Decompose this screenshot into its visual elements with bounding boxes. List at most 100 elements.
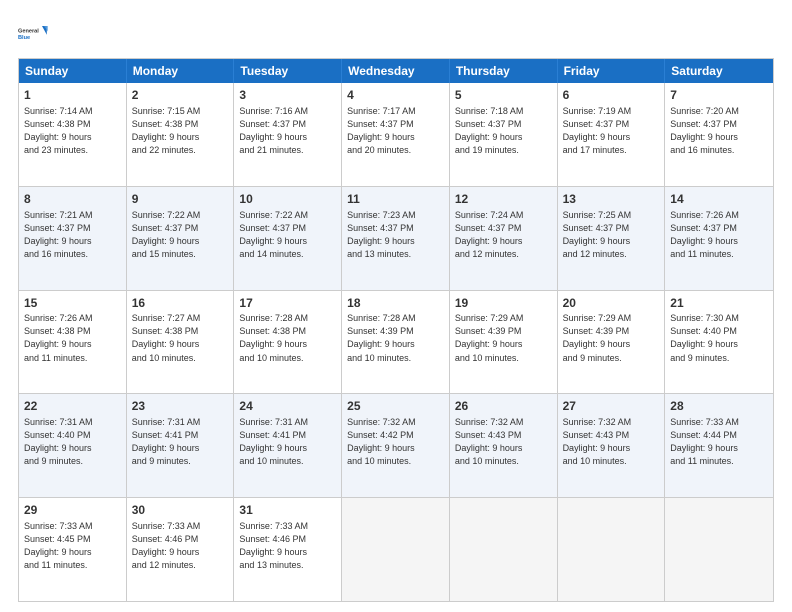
cell-info: Sunrise: 7:31 AM Sunset: 4:41 PM Dayligh… <box>132 416 229 468</box>
cell-info: Sunrise: 7:20 AM Sunset: 4:37 PM Dayligh… <box>670 105 768 157</box>
calendar-row: 29Sunrise: 7:33 AM Sunset: 4:45 PM Dayli… <box>19 498 773 601</box>
cell-info: Sunrise: 7:22 AM Sunset: 4:37 PM Dayligh… <box>239 209 336 261</box>
calendar-row: 1Sunrise: 7:14 AM Sunset: 4:38 PM Daylig… <box>19 83 773 187</box>
cell-info: Sunrise: 7:26 AM Sunset: 4:37 PM Dayligh… <box>670 209 768 261</box>
weekday-header: Saturday <box>665 59 773 83</box>
cell-info: Sunrise: 7:31 AM Sunset: 4:40 PM Dayligh… <box>24 416 121 468</box>
calendar-cell: 27Sunrise: 7:32 AM Sunset: 4:43 PM Dayli… <box>558 394 666 497</box>
calendar-cell: 20Sunrise: 7:29 AM Sunset: 4:39 PM Dayli… <box>558 291 666 394</box>
day-number: 29 <box>24 502 121 519</box>
calendar-cell <box>450 498 558 601</box>
weekday-header: Monday <box>127 59 235 83</box>
day-number: 15 <box>24 295 121 312</box>
cell-info: Sunrise: 7:28 AM Sunset: 4:38 PM Dayligh… <box>239 312 336 364</box>
calendar-body: 1Sunrise: 7:14 AM Sunset: 4:38 PM Daylig… <box>19 83 773 601</box>
calendar-cell: 1Sunrise: 7:14 AM Sunset: 4:38 PM Daylig… <box>19 83 127 186</box>
day-number: 1 <box>24 87 121 104</box>
calendar-cell: 28Sunrise: 7:33 AM Sunset: 4:44 PM Dayli… <box>665 394 773 497</box>
calendar-cell: 10Sunrise: 7:22 AM Sunset: 4:37 PM Dayli… <box>234 187 342 290</box>
svg-text:General: General <box>18 28 39 34</box>
calendar-cell: 15Sunrise: 7:26 AM Sunset: 4:38 PM Dayli… <box>19 291 127 394</box>
calendar-cell: 16Sunrise: 7:27 AM Sunset: 4:38 PM Dayli… <box>127 291 235 394</box>
day-number: 30 <box>132 502 229 519</box>
calendar-cell: 12Sunrise: 7:24 AM Sunset: 4:37 PM Dayli… <box>450 187 558 290</box>
calendar-cell: 17Sunrise: 7:28 AM Sunset: 4:38 PM Dayli… <box>234 291 342 394</box>
cell-info: Sunrise: 7:14 AM Sunset: 4:38 PM Dayligh… <box>24 105 121 157</box>
weekday-header: Thursday <box>450 59 558 83</box>
cell-info: Sunrise: 7:33 AM Sunset: 4:45 PM Dayligh… <box>24 520 121 572</box>
day-number: 25 <box>347 398 444 415</box>
day-number: 11 <box>347 191 444 208</box>
calendar-cell: 7Sunrise: 7:20 AM Sunset: 4:37 PM Daylig… <box>665 83 773 186</box>
cell-info: Sunrise: 7:15 AM Sunset: 4:38 PM Dayligh… <box>132 105 229 157</box>
cell-info: Sunrise: 7:31 AM Sunset: 4:41 PM Dayligh… <box>239 416 336 468</box>
calendar: SundayMondayTuesdayWednesdayThursdayFrid… <box>18 58 774 602</box>
calendar-row: 8Sunrise: 7:21 AM Sunset: 4:37 PM Daylig… <box>19 187 773 291</box>
day-number: 20 <box>563 295 660 312</box>
day-number: 31 <box>239 502 336 519</box>
calendar-cell: 8Sunrise: 7:21 AM Sunset: 4:37 PM Daylig… <box>19 187 127 290</box>
calendar-cell: 24Sunrise: 7:31 AM Sunset: 4:41 PM Dayli… <box>234 394 342 497</box>
calendar-header: SundayMondayTuesdayWednesdayThursdayFrid… <box>19 59 773 83</box>
day-number: 13 <box>563 191 660 208</box>
calendar-cell: 13Sunrise: 7:25 AM Sunset: 4:37 PM Dayli… <box>558 187 666 290</box>
logo: GeneralBlue <box>18 18 50 50</box>
cell-info: Sunrise: 7:29 AM Sunset: 4:39 PM Dayligh… <box>455 312 552 364</box>
day-number: 23 <box>132 398 229 415</box>
cell-info: Sunrise: 7:28 AM Sunset: 4:39 PM Dayligh… <box>347 312 444 364</box>
cell-info: Sunrise: 7:23 AM Sunset: 4:37 PM Dayligh… <box>347 209 444 261</box>
cell-info: Sunrise: 7:18 AM Sunset: 4:37 PM Dayligh… <box>455 105 552 157</box>
cell-info: Sunrise: 7:21 AM Sunset: 4:37 PM Dayligh… <box>24 209 121 261</box>
calendar-cell: 23Sunrise: 7:31 AM Sunset: 4:41 PM Dayli… <box>127 394 235 497</box>
calendar-cell: 31Sunrise: 7:33 AM Sunset: 4:46 PM Dayli… <box>234 498 342 601</box>
cell-info: Sunrise: 7:16 AM Sunset: 4:37 PM Dayligh… <box>239 105 336 157</box>
calendar-cell: 21Sunrise: 7:30 AM Sunset: 4:40 PM Dayli… <box>665 291 773 394</box>
calendar-cell: 29Sunrise: 7:33 AM Sunset: 4:45 PM Dayli… <box>19 498 127 601</box>
calendar-row: 15Sunrise: 7:26 AM Sunset: 4:38 PM Dayli… <box>19 291 773 395</box>
day-number: 12 <box>455 191 552 208</box>
header: GeneralBlue <box>18 18 774 50</box>
calendar-cell: 5Sunrise: 7:18 AM Sunset: 4:37 PM Daylig… <box>450 83 558 186</box>
cell-info: Sunrise: 7:25 AM Sunset: 4:37 PM Dayligh… <box>563 209 660 261</box>
day-number: 7 <box>670 87 768 104</box>
calendar-cell: 9Sunrise: 7:22 AM Sunset: 4:37 PM Daylig… <box>127 187 235 290</box>
day-number: 19 <box>455 295 552 312</box>
svg-text:Blue: Blue <box>18 35 30 41</box>
day-number: 21 <box>670 295 768 312</box>
cell-info: Sunrise: 7:26 AM Sunset: 4:38 PM Dayligh… <box>24 312 121 364</box>
page: GeneralBlue SundayMondayTuesdayWednesday… <box>0 0 792 612</box>
day-number: 5 <box>455 87 552 104</box>
calendar-cell: 3Sunrise: 7:16 AM Sunset: 4:37 PM Daylig… <box>234 83 342 186</box>
day-number: 24 <box>239 398 336 415</box>
cell-info: Sunrise: 7:19 AM Sunset: 4:37 PM Dayligh… <box>563 105 660 157</box>
day-number: 10 <box>239 191 336 208</box>
cell-info: Sunrise: 7:29 AM Sunset: 4:39 PM Dayligh… <box>563 312 660 364</box>
calendar-cell: 25Sunrise: 7:32 AM Sunset: 4:42 PM Dayli… <box>342 394 450 497</box>
calendar-cell: 11Sunrise: 7:23 AM Sunset: 4:37 PM Dayli… <box>342 187 450 290</box>
day-number: 16 <box>132 295 229 312</box>
weekday-header: Friday <box>558 59 666 83</box>
day-number: 14 <box>670 191 768 208</box>
day-number: 28 <box>670 398 768 415</box>
calendar-cell: 6Sunrise: 7:19 AM Sunset: 4:37 PM Daylig… <box>558 83 666 186</box>
cell-info: Sunrise: 7:32 AM Sunset: 4:43 PM Dayligh… <box>563 416 660 468</box>
calendar-cell: 2Sunrise: 7:15 AM Sunset: 4:38 PM Daylig… <box>127 83 235 186</box>
day-number: 3 <box>239 87 336 104</box>
calendar-cell: 22Sunrise: 7:31 AM Sunset: 4:40 PM Dayli… <box>19 394 127 497</box>
calendar-cell <box>558 498 666 601</box>
calendar-cell: 18Sunrise: 7:28 AM Sunset: 4:39 PM Dayli… <box>342 291 450 394</box>
cell-info: Sunrise: 7:32 AM Sunset: 4:43 PM Dayligh… <box>455 416 552 468</box>
day-number: 18 <box>347 295 444 312</box>
cell-info: Sunrise: 7:27 AM Sunset: 4:38 PM Dayligh… <box>132 312 229 364</box>
cell-info: Sunrise: 7:24 AM Sunset: 4:37 PM Dayligh… <box>455 209 552 261</box>
calendar-cell: 4Sunrise: 7:17 AM Sunset: 4:37 PM Daylig… <box>342 83 450 186</box>
calendar-cell: 19Sunrise: 7:29 AM Sunset: 4:39 PM Dayli… <box>450 291 558 394</box>
day-number: 22 <box>24 398 121 415</box>
day-number: 2 <box>132 87 229 104</box>
cell-info: Sunrise: 7:33 AM Sunset: 4:46 PM Dayligh… <box>132 520 229 572</box>
calendar-cell: 26Sunrise: 7:32 AM Sunset: 4:43 PM Dayli… <box>450 394 558 497</box>
day-number: 17 <box>239 295 336 312</box>
calendar-row: 22Sunrise: 7:31 AM Sunset: 4:40 PM Dayli… <box>19 394 773 498</box>
weekday-header: Sunday <box>19 59 127 83</box>
cell-info: Sunrise: 7:33 AM Sunset: 4:44 PM Dayligh… <box>670 416 768 468</box>
